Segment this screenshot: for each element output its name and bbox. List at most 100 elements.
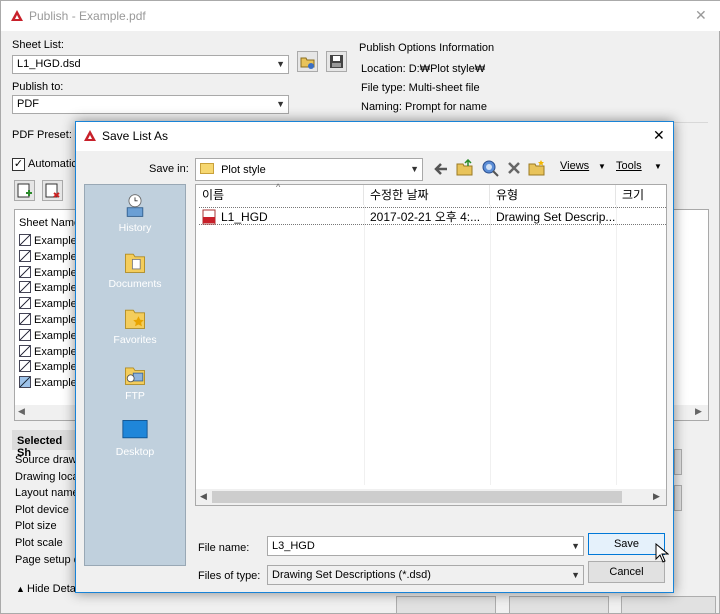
files-of-type-combo[interactable]: Drawing Set Descriptions (*.dsd) ▼ [267,565,584,585]
sheet-row[interactable]: Example. [15,344,80,361]
dialog-titlebar: Save List As ✕ [76,122,673,151]
background-bottom-button[interactable] [396,596,496,614]
add-sheets-button[interactable] [14,180,35,201]
place-label: FTP [125,390,145,402]
documents-folder-icon [125,253,145,273]
sheet-row[interactable]: Example. [15,281,80,297]
file-row[interactable]: L1_HGD 2017-02-21 오후 4:... Drawing Set D… [199,207,666,225]
collapse-up-icon[interactable]: ▲ [16,584,25,594]
open-folder-icon [300,57,315,69]
sheet-name-column-header: Sheet Name [19,217,81,229]
sheet-list-value: L1_HGD.dsd [17,58,81,70]
background-bottom-button[interactable] [509,596,609,614]
file-name-input[interactable]: L3_HGD ▼ [267,536,584,556]
background-side-button[interactable] [674,449,682,475]
sheet-row[interactable]: Example. [15,234,80,250]
publish-close-button[interactable]: ✕ [695,7,707,24]
dsd-file-icon [202,209,216,225]
sort-ascending-icon: ^ [276,182,281,192]
file-name-label: File name: [198,542,250,554]
views-menu[interactable]: Views [560,160,589,172]
automatic-checkbox[interactable]: ✓ [12,158,25,171]
sheet-list-label: Sheet List: [12,39,64,51]
chevron-down-icon: ▼ [276,99,285,109]
sheet-row[interactable]: Example. [15,376,80,392]
layout-sheet-icon [19,281,31,294]
column-header-type[interactable]: 유형 [490,185,616,205]
sheet-row[interactable]: Example. [15,328,80,345]
sheet-list-combo[interactable]: L1_HGD.dsd ▼ [12,55,289,74]
file-size-cell [616,208,666,226]
save-in-combo[interactable]: Plot style ▼ [195,158,423,181]
place-history[interactable]: History [85,193,185,234]
sheet-name: Example. [34,345,80,358]
layout-sheet-icon [19,297,31,310]
publish-to-combo[interactable]: PDF ▼ [12,95,289,114]
pdf-preset-label: PDF Preset: [12,129,72,141]
chevron-down-icon: ▼ [276,59,285,69]
place-documents[interactable]: Documents [85,249,185,290]
file-list[interactable]: 이름 ^ 수정한 날짜 유형 크기 L1_HGD 2017-02-21 오후 4… [195,182,668,506]
background-side-button[interactable] [674,485,682,511]
sheet-row[interactable]: Example. [15,297,80,313]
floppy-disk-icon [330,55,343,68]
sheet-row[interactable]: Example. [15,312,80,329]
sheet-name: Example. [34,361,80,374]
detail-label: Drawing locat [15,470,82,483]
cancel-button[interactable]: Cancel [588,561,665,583]
column-header-size[interactable]: 크기 [616,185,668,205]
tools-dropdown-icon[interactable]: ▼ [654,162,662,171]
up-folder-icon[interactable] [456,159,474,177]
files-of-type-label: Files of type: [198,570,261,582]
publish-window-title: Publish - Example.pdf [29,9,146,23]
search-web-icon[interactable] [481,159,499,177]
publish-options-header: Publish Options Information [359,42,495,54]
tools-menu[interactable]: Tools [616,160,642,172]
sheet-name: Example. [34,235,80,247]
views-dropdown-icon[interactable]: ▼ [598,162,606,171]
save-button[interactable]: Save [588,533,665,555]
file-list-horizontal-scrollbar[interactable]: ◀ ▶ [196,489,666,505]
scroll-right-icon[interactable]: ▶ [695,406,702,417]
sheet-rows: Example. Example. Example. Example. Example.… [15,234,80,392]
layout-sheet-icon [19,376,31,389]
sheet-name: Example. [34,250,80,263]
file-name-cell: L1_HGD [221,210,268,224]
back-arrow-icon[interactable] [432,160,450,178]
sheet-row[interactable]: Example. [15,249,80,266]
delete-icon[interactable] [506,160,522,176]
remove-sheets-button[interactable] [42,180,63,201]
detail-label: Page setup d [15,553,80,566]
mouse-pointer-icon [655,543,669,563]
new-folder-icon[interactable] [528,159,546,177]
save-sheet-list-button[interactable] [326,51,347,72]
place-favorites[interactable]: Favorites [85,305,185,346]
layout-sheet-icon [19,312,31,325]
scroll-right-icon[interactable]: ▶ [653,491,660,502]
layout-sheet-icon [19,265,31,278]
scroll-thumb[interactable] [212,491,622,503]
file-modified-cell: 2017-02-21 오후 4:... [370,210,481,224]
save-list-as-dialog: Save List As ✕ Save in: Plot style ▼ Vie… [75,121,674,593]
sheet-name: Example. [34,298,80,311]
load-sheet-list-button[interactable] [297,51,318,72]
scroll-left-icon[interactable]: ◀ [18,406,25,417]
place-label: Favorites [113,334,157,346]
add-sheet-icon [17,183,32,198]
desktop-icon [122,420,148,439]
places-sidebar: History Documents Favorites FTP Desktop [84,184,186,566]
sheet-row[interactable]: Example. [15,360,80,376]
scroll-left-icon[interactable]: ◀ [200,491,207,502]
place-label: Desktop [115,446,155,458]
chevron-down-icon: ▼ [410,164,419,174]
background-bottom-button[interactable] [621,596,716,614]
detail-label: Plot device [15,503,69,516]
sheet-row[interactable]: Example. [15,265,80,282]
hide-details-link[interactable]: Hide Detail [27,583,81,595]
column-header-modified[interactable]: 수정한 날짜 [364,185,490,205]
remove-sheet-icon [45,183,60,198]
dialog-close-button[interactable]: ✕ [653,127,665,144]
place-ftp[interactable]: FTP [85,361,185,402]
place-desktop[interactable]: Desktop [85,417,185,458]
detail-label: Source drawin [15,454,86,466]
